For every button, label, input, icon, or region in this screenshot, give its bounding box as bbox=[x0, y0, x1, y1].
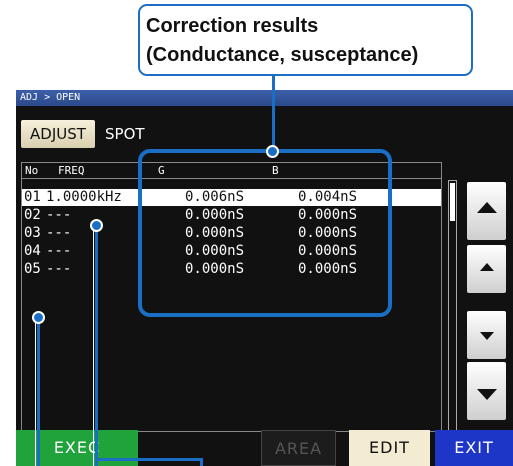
line-down-button[interactable] bbox=[467, 311, 506, 359]
freq-column-leader-line bbox=[95, 224, 98, 466]
row-no: 04 bbox=[24, 243, 41, 259]
callout-leader-line bbox=[272, 76, 275, 154]
list-scrollbar[interactable] bbox=[448, 180, 457, 432]
row-no: 01 bbox=[24, 189, 41, 205]
page-down-button[interactable] bbox=[467, 362, 506, 420]
edit-button[interactable]: EDIT bbox=[349, 430, 430, 466]
adjust-button[interactable]: ADJUST bbox=[21, 120, 95, 148]
line-up-icon bbox=[479, 263, 494, 271]
no-column-leader-dot bbox=[32, 311, 45, 324]
screen-title: ADJ > OPEN bbox=[16, 90, 513, 106]
header-freq: FREQ bbox=[58, 164, 85, 177]
row-freq: --- bbox=[46, 225, 72, 241]
freq-leader-horizontal bbox=[95, 458, 203, 461]
callout-leader-dot bbox=[266, 145, 279, 158]
freq-column-leader-dot bbox=[90, 219, 103, 232]
callout-subtitle: (Conductance, susceptance) bbox=[146, 44, 419, 66]
row-no: 05 bbox=[24, 261, 41, 277]
row-freq: --- bbox=[46, 261, 72, 277]
scrollbar-thumb[interactable] bbox=[450, 183, 455, 221]
row-freq: --- bbox=[46, 243, 72, 259]
correction-results-highlight bbox=[138, 149, 392, 317]
exit-button[interactable]: EXIT bbox=[435, 430, 513, 466]
spot-label: SPOT bbox=[105, 125, 145, 143]
row-freq: --- bbox=[46, 207, 72, 223]
line-down-icon bbox=[479, 332, 494, 340]
row-no: 02 bbox=[24, 207, 41, 223]
freq-leader-tail bbox=[200, 458, 203, 466]
row-freq: 1.0000kHz bbox=[46, 189, 122, 205]
row-no: 03 bbox=[24, 225, 41, 241]
page-up-icon bbox=[476, 202, 497, 213]
callout-title: Correction results bbox=[146, 15, 319, 37]
no-leader-edge bbox=[35, 318, 36, 466]
page-down-icon bbox=[476, 389, 497, 400]
header-no: No bbox=[25, 164, 39, 177]
area-button: AREA bbox=[261, 430, 336, 466]
line-up-button[interactable] bbox=[467, 245, 506, 293]
freq-leader-edge bbox=[93, 226, 94, 466]
page-up-button[interactable] bbox=[467, 182, 506, 240]
no-column-leader-line bbox=[37, 316, 40, 466]
